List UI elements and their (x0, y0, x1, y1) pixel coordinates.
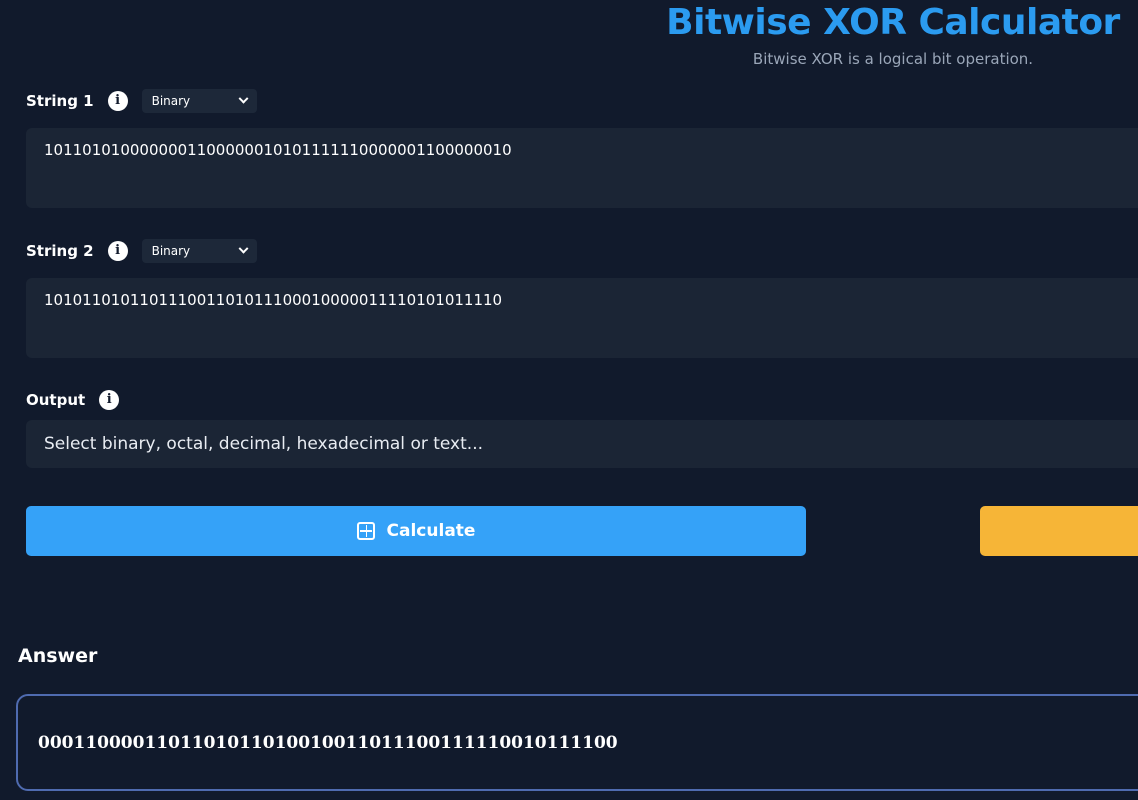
string2-input[interactable]: 1010110101101110011010111000100000111101… (26, 278, 1138, 358)
calculate-button-label: Calculate (386, 521, 476, 541)
answer-label: Answer (18, 645, 98, 667)
string1-format-select[interactable]: Binary (141, 89, 257, 113)
header: Bitwise XOR Calculator Bitwise XOR is a … (648, 0, 1138, 70)
output-format-select[interactable]: Select binary, octal, decimal, hexadecim… (26, 420, 1138, 468)
info-icon[interactable]: i (107, 241, 128, 261)
reset-button[interactable] (980, 506, 1138, 556)
string1-format-value: Binary (151, 94, 191, 108)
output-label-row: Output i (26, 390, 120, 410)
page: Bitwise XOR Calculator Bitwise XOR is a … (0, 0, 1138, 800)
string1-input[interactable]: 1011010100000001100000010101111110000001… (26, 128, 1138, 208)
output-label: Output (26, 391, 86, 409)
page-subtitle: Bitwise XOR is a logical bit operation. (752, 50, 1034, 68)
calculator-icon (356, 522, 375, 540)
info-icon[interactable]: i (107, 91, 128, 111)
string2-format-value: Binary (151, 244, 191, 258)
string2-format-select[interactable]: Binary (141, 239, 257, 263)
string1-label: String 1 (26, 92, 94, 110)
page-title: Bitwise XOR Calculator (666, 2, 1120, 43)
calculate-button[interactable]: Calculate (26, 506, 806, 556)
string2-label-row: String 2 i Binary (26, 239, 257, 263)
chevron-down-icon (238, 93, 249, 104)
string1-label-row: String 1 i Binary (26, 89, 257, 113)
string2-label: String 2 (26, 242, 94, 260)
chevron-down-icon (238, 243, 249, 254)
info-icon[interactable]: i (99, 390, 120, 410)
answer-output: 0001100001101101011010010011011100111110… (16, 694, 1138, 791)
